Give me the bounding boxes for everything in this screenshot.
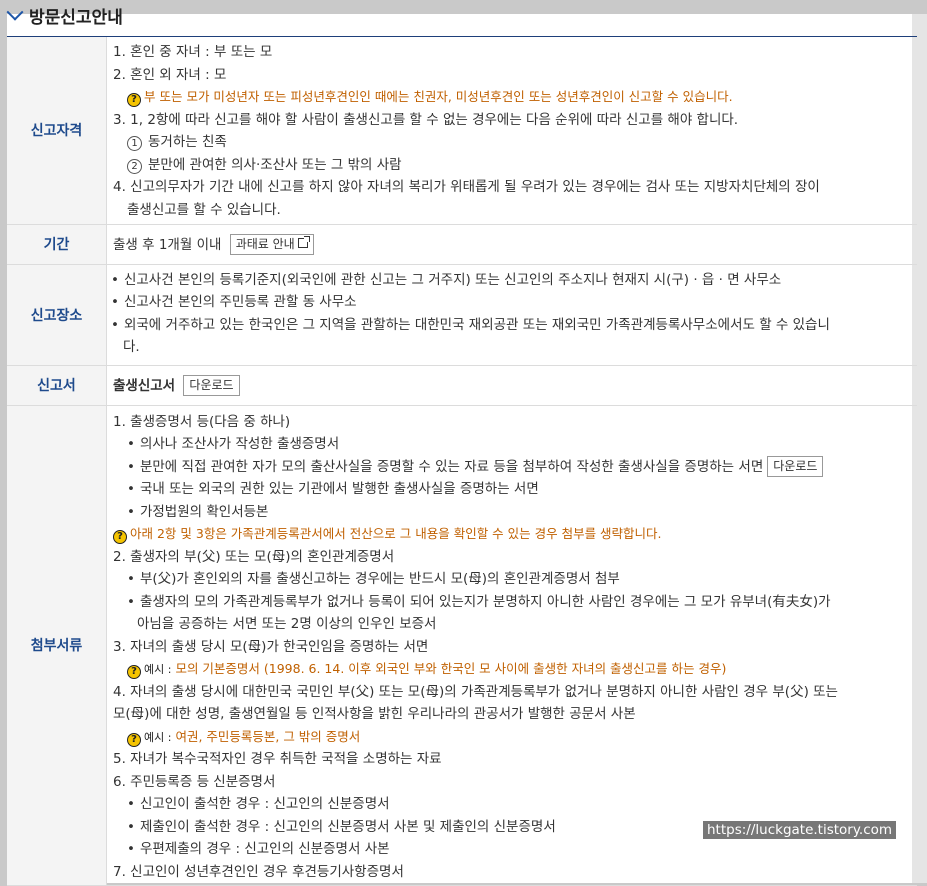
row-period: 기간 출생 후 1개월 이내 과태료 안내 — [7, 224, 917, 265]
qual-note: ? 부 또는 모가 미성년자 또는 피성년후견인인 때에는 친권자, 미성년후견인… — [113, 86, 917, 109]
docs-item-5: 5. 자녀가 복수국적자인 경우 취득한 국적을 소명하는 자료 — [113, 751, 442, 767]
example-label: 예시 : — [144, 663, 172, 676]
docs-example-2-text: 여권, 주민등록등본, 그 밖의 증명서 — [175, 728, 361, 744]
docs-item-6a: 신고인이 출석한 경우 : 신고인의 신분증명서 — [113, 793, 917, 816]
row-label-docs: 첨부서류 — [7, 405, 107, 886]
row-docs: 첨부서류 1. 출생증명서 등(다음 중 하나) 의사나 조산사가 작성한 출생… — [7, 405, 917, 886]
docs-note-text: 아래 2항 및 3항은 가족관계등록관서에서 전산으로 그 내용을 확인할 수 … — [130, 526, 662, 541]
birth-cert-download-button[interactable]: 다운로드 — [767, 455, 824, 477]
docs-item-1: 1. 출생증명서 등(다음 중 하나) — [113, 413, 291, 430]
docs-item-1b: 분만에 직접 관여한 자가 모의 출산사실을 증명할 수 있는 자료 등을 첨부… — [113, 455, 917, 479]
place-item-2: 신고사건 본인의 주민등록 관할 동 사무소 — [111, 291, 917, 314]
docs-content: 1. 출생증명서 등(다음 중 하나) 의사나 조산사가 작성한 출생증명서 분… — [106, 405, 917, 886]
question-icon: ? — [127, 732, 141, 747]
section-header: 방문신고안내 — [0, 0, 123, 30]
qual-item-1: 1. 혼인 중 자녀 : 부 또는 모 — [113, 44, 273, 60]
period-content: 출생 후 1개월 이내 과태료 안내 — [106, 224, 917, 265]
qual-sub-1: 1 동거하는 친족 — [113, 131, 917, 154]
docs-item-3: 3. 자녀의 출생 당시 모(母)가 한국인임을 증명하는 서면 — [113, 638, 429, 655]
docs-item-2: 2. 출생자의 부(父) 또는 모(母)의 혼인관계증명서 — [113, 548, 395, 565]
docs-item-1c: 국내 또는 외국의 권한 있는 기관에서 발행한 출생사실을 증명하는 서면 — [113, 478, 917, 501]
fine-info-button[interactable]: 과태료 안내 — [229, 234, 314, 255]
circled-number-1-icon: 1 — [127, 136, 142, 151]
row-place: 신고장소 신고사건 본인의 등록기준지(외국인에 관한 신고는 그 거주지) 또… — [7, 264, 917, 366]
row-form: 신고서 출생신고서 다운로드 — [7, 365, 917, 406]
row-qualification: 신고자격 1. 혼인 중 자녀 : 부 또는 모 2. 혼인 외 자녀 : 모 … — [7, 37, 917, 225]
docs-item-1d: 가정법원의 확인서등본 — [113, 501, 917, 524]
form-content: 출생신고서 다운로드 — [106, 365, 917, 406]
docs-item-2a: 부(父)가 혼인외의 자를 출생신고하는 경우에는 반드시 모(母)의 혼인관계… — [113, 568, 917, 591]
qual-item-4: 4. 신고의무자가 기간 내에 신고를 하지 않아 자녀의 복리가 위태롭게 될… — [113, 179, 820, 195]
docs-item-4-cont: 모(母)에 대한 성명, 출생연월일 등 인적사항을 밝힌 우리나라의 관공서가… — [113, 706, 636, 722]
period-text: 출생 후 1개월 이내 — [113, 237, 222, 253]
row-label-period: 기간 — [7, 224, 107, 265]
circled-number-2-icon: 2 — [127, 158, 142, 174]
page-frame: 방문신고안내 신고자격 1. 혼인 중 자녀 : 부 또는 모 2. 혼인 외 … — [0, 0, 927, 886]
docs-item-2b: 출생자의 모의 가족관계등록부가 없거나 등록이 되어 있는지가 분명하지 아니… — [113, 591, 917, 614]
docs-example-1: ? 예시 : 모의 기본증명서 (1998. 6. 14. 이후 외국인 부와 한… — [113, 658, 917, 681]
docs-item-4: 4. 자녀의 출생 당시에 대한민국 국민인 부(父) 또는 모(母)의 가족관… — [113, 683, 838, 700]
place-item-1: 신고사건 본인의 등록기준지(외국인에 관한 신고는 그 거주지) 또는 신고인… — [111, 269, 917, 292]
docs-item-1b-text: 분만에 직접 관여한 자가 모의 출산사실을 증명할 수 있는 자료 등을 첨부… — [139, 458, 764, 475]
page-title: 방문신고안내 — [29, 7, 123, 28]
qual-sub-2-text: 분만에 관여한 의사·조산사 또는 그 밖의 사람 — [148, 156, 402, 173]
form-name: 출생신고서 — [113, 378, 176, 394]
question-icon: ? — [113, 530, 127, 544]
top-band — [0, 0, 927, 14]
form-download-button[interactable]: 다운로드 — [183, 375, 240, 396]
question-icon: ? — [127, 665, 141, 679]
place-item-3-cont: 다. — [123, 339, 140, 355]
qual-item-2: 2. 혼인 외 자녀 : 모 — [113, 66, 227, 83]
qual-sub-1-text: 동거하는 친족 — [148, 134, 227, 150]
qual-item-3: 3. 1, 2항에 따라 신고를 해야 할 사람이 출생신고를 할 수 없는 경… — [113, 111, 739, 128]
qual-note-text: 부 또는 모가 미성년자 또는 피성년후견인인 때에는 친권자, 미성년후견인 … — [144, 89, 733, 104]
qualification-content: 1. 혼인 중 자녀 : 부 또는 모 2. 혼인 외 자녀 : 모 ? 부 또는… — [106, 37, 917, 225]
docs-item-1a: 의사나 조산사가 작성한 출생증명서 — [113, 433, 917, 456]
question-icon: ? — [127, 93, 141, 107]
chevron-icon — [6, 3, 24, 21]
docs-item-7: 7. 신고인이 성년후견인인 경우 후견등기사항증명서 — [113, 863, 404, 880]
qual-item-4-cont: 출생신고를 할 수 있습니다. — [127, 201, 281, 218]
docs-example-2: ? 예시 : 여권, 주민등록등본, 그 밖의 증명서 — [113, 726, 917, 749]
fine-info-label: 과태료 안내 — [235, 237, 295, 251]
row-label-qualification: 신고자격 — [7, 37, 107, 225]
example-label: 예시 : — [144, 730, 172, 744]
info-table: 신고자격 1. 혼인 중 자녀 : 부 또는 모 2. 혼인 외 자녀 : 모 … — [7, 37, 917, 886]
docs-item-6c: 우편제출의 경우 : 신고인의 신분증명서 사본 — [113, 838, 917, 861]
docs-note: ? 아래 2항 및 3항은 가족관계등록관서에서 전산으로 그 내용을 확인할 수… — [113, 523, 917, 546]
external-link-icon — [297, 236, 310, 248]
row-label-place: 신고장소 — [7, 264, 107, 366]
docs-item-2b-cont: 아님을 공증하는 서면 또는 2명 이상의 인우인 보증서 — [137, 616, 437, 632]
place-content: 신고사건 본인의 등록기준지(외국인에 관한 신고는 그 거주지) 또는 신고인… — [106, 264, 917, 366]
watermark-url: https://luckgate.tistory.com — [703, 821, 897, 839]
qual-sub-2: 2 분만에 관여한 의사·조산사 또는 그 밖의 사람 — [113, 154, 917, 177]
docs-example-1-text: 모의 기본증명서 (1998. 6. 14. 이후 외국인 부와 한국인 모 사… — [175, 661, 727, 676]
docs-item-6: 6. 주민등록증 등 신분증명서 — [113, 773, 276, 790]
row-label-form: 신고서 — [7, 365, 107, 406]
place-item-3: 외국에 거주하고 있는 한국인은 그 지역을 관할하는 대한민국 재외공관 또는… — [111, 314, 917, 337]
